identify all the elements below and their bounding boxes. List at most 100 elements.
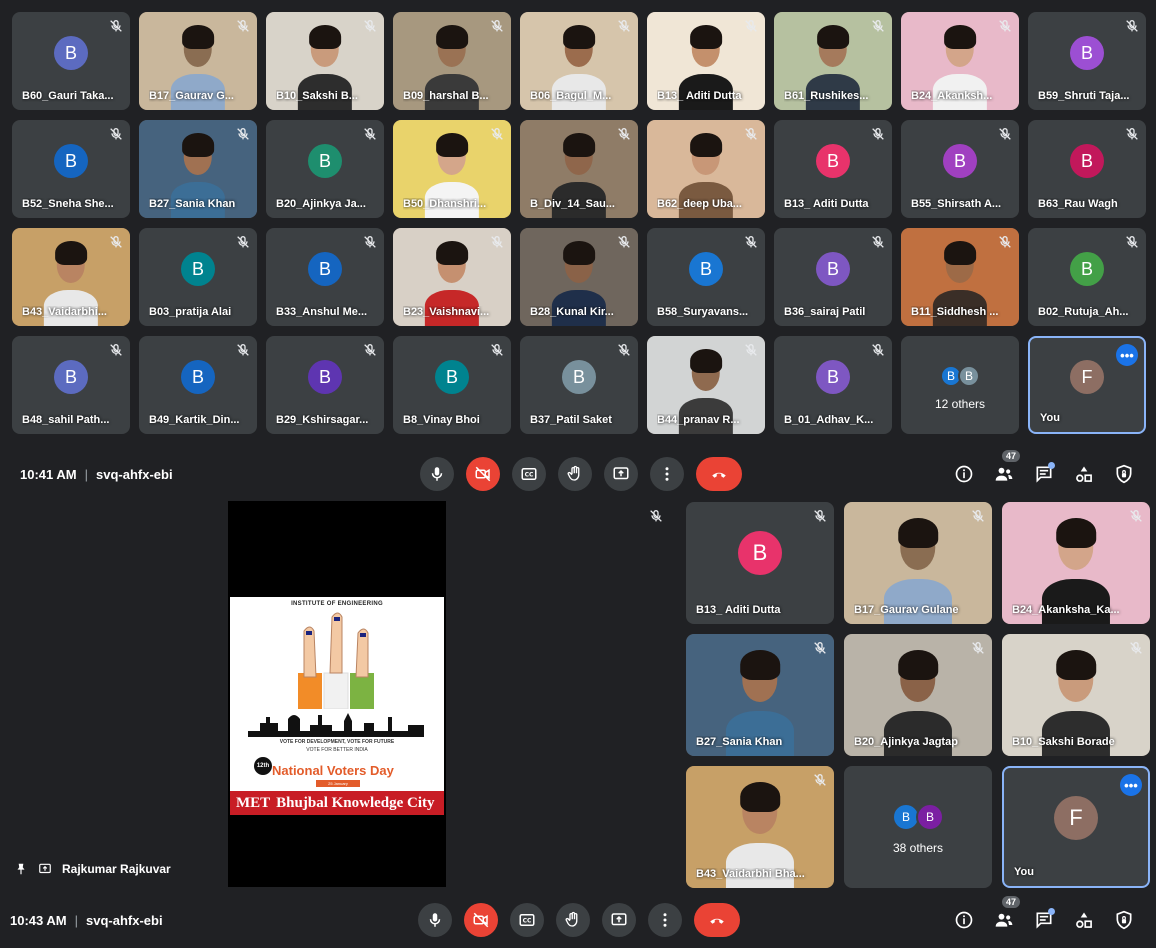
mic-button[interactable] (418, 903, 452, 937)
participant-tile-b33-anshul-me[interactable]: B B33_Anshul Me... (266, 228, 384, 326)
participant-tile-b10-sakshi-borade[interactable]: B10_Sakshi Borade (1002, 634, 1150, 756)
svg-text:CC: CC (525, 472, 534, 479)
activities-button[interactable] (1070, 460, 1098, 488)
mic-off-icon (1128, 508, 1144, 524)
participant-tile-b03-pratija-alai[interactable]: B B03_pratija Alai (139, 228, 257, 326)
participant-tile-b27-sania-khan[interactable]: B27_Sania Khan (686, 634, 834, 756)
participant-tile-b43-vaidarbhi[interactable]: B43_Vaidarbhi... (12, 228, 130, 326)
self-tile[interactable]: F ••• You (1028, 336, 1146, 434)
end-call-button[interactable] (694, 903, 740, 937)
participant-tile-b8-vinay-bhoi[interactable]: B B8_Vinay Bhoi (393, 336, 511, 434)
participant-tile-b58-suryavans[interactable]: B B58_Suryavans... (647, 228, 765, 326)
participant-tile-b28-kunal-kir[interactable]: B28_Kunal Kir... (520, 228, 638, 326)
chat-button[interactable] (1030, 460, 1058, 488)
camera-toggle-button[interactable] (464, 903, 498, 937)
meeting-details-button[interactable] (950, 906, 978, 934)
participant-tile-b13-aditi-dutta[interactable]: B B13_ Aditi Dutta (774, 120, 892, 218)
people-button[interactable]: 47 (990, 896, 1020, 934)
tile-options-icon[interactable]: ••• (1116, 344, 1138, 366)
meeting-details-button[interactable] (950, 460, 978, 488)
participant-tile-b-div-14-sau[interactable]: B_Div_14_Sau... (520, 120, 638, 218)
mic-off-icon (970, 640, 986, 656)
raise-hand-button[interactable] (556, 903, 590, 937)
participant-tile-b17-gaurav-gulane[interactable]: B17_Gaurav Gulane (844, 502, 992, 624)
participant-tile-b44-pranav-r[interactable]: B44_pranav R... (647, 336, 765, 434)
mic-off-icon (235, 342, 251, 358)
participant-tile-b-01-adhav-k[interactable]: B B_01_Adhav_K... (774, 336, 892, 434)
more-options-button[interactable] (648, 903, 682, 937)
participant-tile-b36-sairaj-patil[interactable]: B B36_sairaj Patil (774, 228, 892, 326)
others-tile[interactable]: B B 38 others (844, 766, 992, 888)
participant-tile-b60-gauri-taka[interactable]: B B60_Gauri Taka... (12, 12, 130, 110)
captions-button[interactable]: CC (512, 457, 546, 491)
participant-tile-b50-dhanshri[interactable]: B50_Dhanshri... (393, 120, 511, 218)
activities-button[interactable] (1070, 906, 1098, 934)
participant-name: B10_Sakshi B... (276, 90, 358, 102)
participant-tile-b10-sakshi-b[interactable]: B10_Sakshi B... (266, 12, 384, 110)
others-count: 12 others (934, 397, 986, 412)
mic-off-icon (870, 342, 886, 358)
participant-tile-b49-kartik-din[interactable]: B B49_Kartik_Din... (139, 336, 257, 434)
unread-dot (1048, 462, 1055, 469)
avatar: B (54, 36, 88, 71)
camera-toggle-button[interactable] (466, 457, 500, 491)
participant-name: B43_Vaidarbhi Bha... (696, 868, 805, 880)
participant-tile-b48-sahil-path[interactable]: B B48_sahil Path... (12, 336, 130, 434)
participant-tile-b24-akanksha-ka[interactable]: B24_Akanksha_Ka... (1002, 502, 1150, 624)
poster-tagline: VOTE FOR DEVELOPMENT, VOTE FOR FUTURE (279, 739, 395, 745)
participant-tile-b52-sneha-she[interactable]: B B52_Sneha She... (12, 120, 130, 218)
participant-tile-b17-gaurav-g[interactable]: B17_Gaurav G... (139, 12, 257, 110)
participant-name: B23_Vaishnavi... (403, 306, 490, 318)
mic-off-icon (489, 234, 505, 250)
present-icon (39, 863, 51, 874)
chat-button[interactable] (1030, 906, 1058, 934)
more-options-button[interactable] (650, 457, 684, 491)
participant-tile-b06-bagul-m[interactable]: B06_Bagul_M... (520, 12, 638, 110)
present-button[interactable] (602, 903, 636, 937)
participant-tile-b29-kshirsagar[interactable]: B B29_Kshirsagar... (266, 336, 384, 434)
mic-off-icon (1128, 640, 1144, 656)
participant-tile-b37-patil-saket[interactable]: B B37_Patil Saket (520, 336, 638, 434)
others-tile[interactable]: B B 12 others (901, 336, 1019, 434)
participant-tile-b11-siddhesh[interactable]: B11_Siddhesh ... (901, 228, 1019, 326)
more-vert-icon (658, 465, 676, 483)
mic-button[interactable] (420, 457, 454, 491)
present-button[interactable] (604, 457, 638, 491)
call-controls: CC (420, 457, 742, 491)
participant-tile-b20-ajinkya-ja[interactable]: B B20_Ajinkya Ja... (266, 120, 384, 218)
participant-tile-b13-aditi-dutta[interactable]: B B13_ Aditi Dutta (686, 502, 834, 624)
participant-tile-b62-deep-uba[interactable]: B62_deep Uba... (647, 120, 765, 218)
camera-off-icon (474, 465, 492, 483)
end-call-button[interactable] (696, 457, 742, 491)
mic-off-icon (812, 640, 828, 656)
mic-off-icon (1124, 234, 1140, 250)
tile-options-icon[interactable]: ••• (1120, 774, 1142, 796)
participant-tile-b27-sania-khan[interactable]: B27_Sania Khan (139, 120, 257, 218)
participant-tile-b20-ajinkya-jagtap[interactable]: B20_Ajinkya Jagtap (844, 634, 992, 756)
host-controls-button[interactable] (1110, 906, 1138, 934)
mic-off-icon (870, 234, 886, 250)
self-tile[interactable]: F ••• You (1002, 766, 1150, 888)
participant-tile-b43-vaidarbhi-bha[interactable]: B43_Vaidarbhi Bha... (686, 766, 834, 888)
participant-tile-b59-shruti-taja[interactable]: B B59_Shruti Taja... (1028, 12, 1146, 110)
participant-tile-b55-shirsath-a[interactable]: B B55_Shirsath A... (901, 120, 1019, 218)
host-controls-button[interactable] (1110, 460, 1138, 488)
participant-tile-b13-aditi-dutta[interactable]: B13_ Aditi Dutta (647, 12, 765, 110)
participant-tile-b02-rutuja-ah[interactable]: B B02_Rutuja_Ah... (1028, 228, 1146, 326)
participant-tile-b24-akanksh[interactable]: B24_Akanksh... (901, 12, 1019, 110)
captions-button[interactable]: CC (510, 903, 544, 937)
participant-name: B29_Kshirsagar... (276, 414, 369, 426)
participant-name: B03_pratija Alai (149, 306, 232, 318)
raise-hand-button[interactable] (558, 457, 592, 491)
people-button[interactable]: 47 (990, 450, 1020, 488)
participant-tile-b63-rau-wagh[interactable]: B B63_Rau Wagh (1028, 120, 1146, 218)
poster-banner-text: Bhujbal Knowledge City (276, 794, 435, 811)
pin-icon[interactable] (14, 862, 28, 876)
participant-name: B37_Patil Saket (530, 414, 612, 426)
participant-tile-b23-vaishnavi[interactable]: B23_Vaishnavi... (393, 228, 511, 326)
participant-tile-b61-rushikes[interactable]: B61_Rushikes... (774, 12, 892, 110)
participant-tile-b09-harshal-b[interactable]: B09_harshal B... (393, 12, 511, 110)
presenter-muted-icon (648, 508, 664, 524)
participant-name: B24_Akanksh... (911, 90, 993, 102)
present-icon (612, 465, 630, 483)
